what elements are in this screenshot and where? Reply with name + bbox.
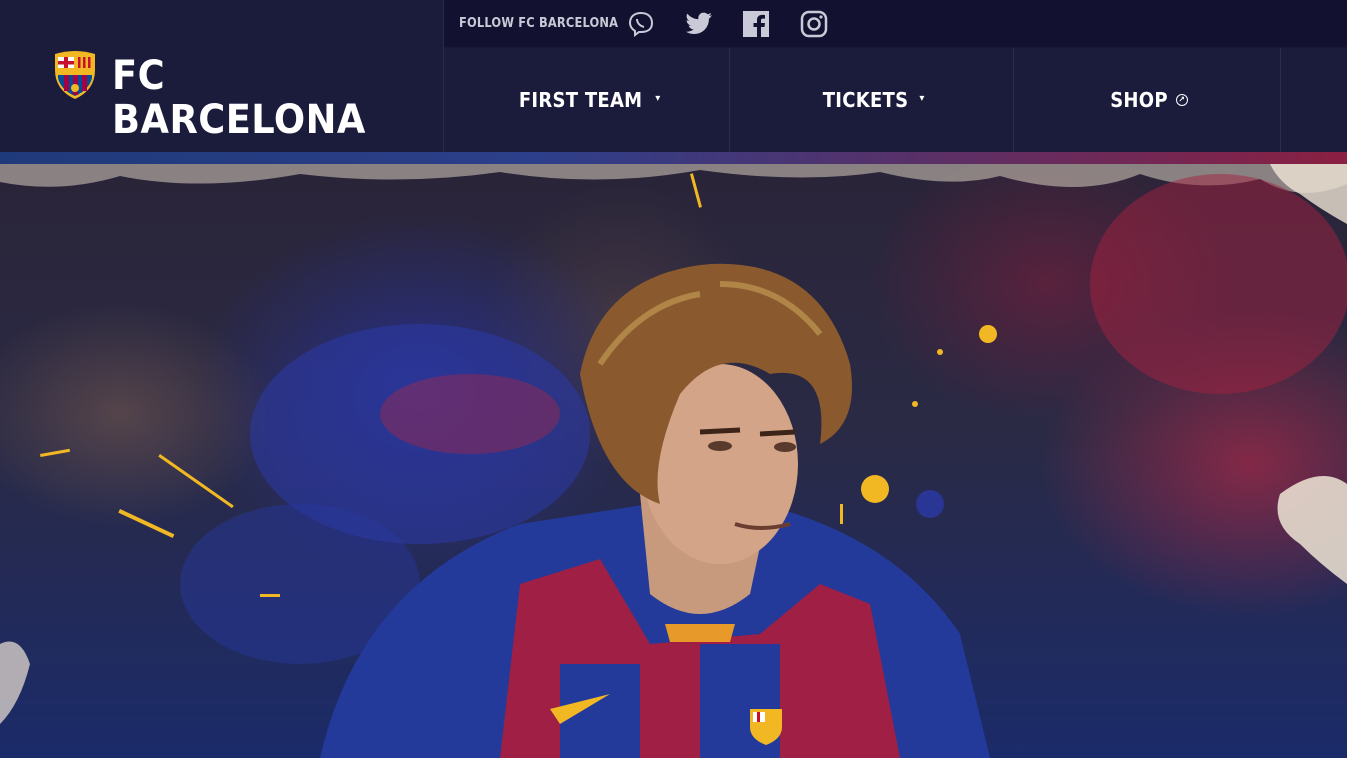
facebook-icon[interactable] <box>742 10 770 38</box>
hero-banner[interactable] <box>0 164 1347 758</box>
social-bar: FOLLOW FC BARCELONA <box>444 0 1347 47</box>
accent-bar <box>0 152 1347 164</box>
instagram-icon[interactable] <box>800 10 828 38</box>
nav-first-team-label: FIRST TEAM <box>518 88 643 112</box>
nav-shop[interactable]: SHOP ↗ <box>1014 48 1282 152</box>
external-link-icon: ↗ <box>1175 94 1188 106</box>
logo-block[interactable]: FC BARCELONA <box>0 0 444 152</box>
viber-icon[interactable] <box>627 10 655 38</box>
twitter-icon[interactable] <box>685 10 713 38</box>
site-header: FC BARCELONA FOLLOW FC BARCELONA FIRST T… <box>0 0 1347 152</box>
nav-first-team[interactable]: FIRST TEAM ▾ <box>444 48 730 152</box>
main-nav: FIRST TEAM ▾ TICKETS ▾ SHOP ↗ <box>444 48 1347 152</box>
chevron-down-icon: ▾ <box>655 92 661 104</box>
nav-tickets-label: TICKETS <box>823 88 909 112</box>
nav-more[interactable] <box>1281 48 1347 152</box>
club-crest-icon <box>55 51 95 99</box>
brand-wordmark: FC BARCELONA <box>112 53 366 143</box>
nav-shop-label: SHOP <box>1109 88 1168 112</box>
chevron-down-icon: ▾ <box>919 92 925 104</box>
hero-artwork <box>0 164 1347 758</box>
follow-label: FOLLOW FC BARCELONA <box>459 16 619 31</box>
nav-tickets[interactable]: TICKETS ▾ <box>729 48 1015 152</box>
